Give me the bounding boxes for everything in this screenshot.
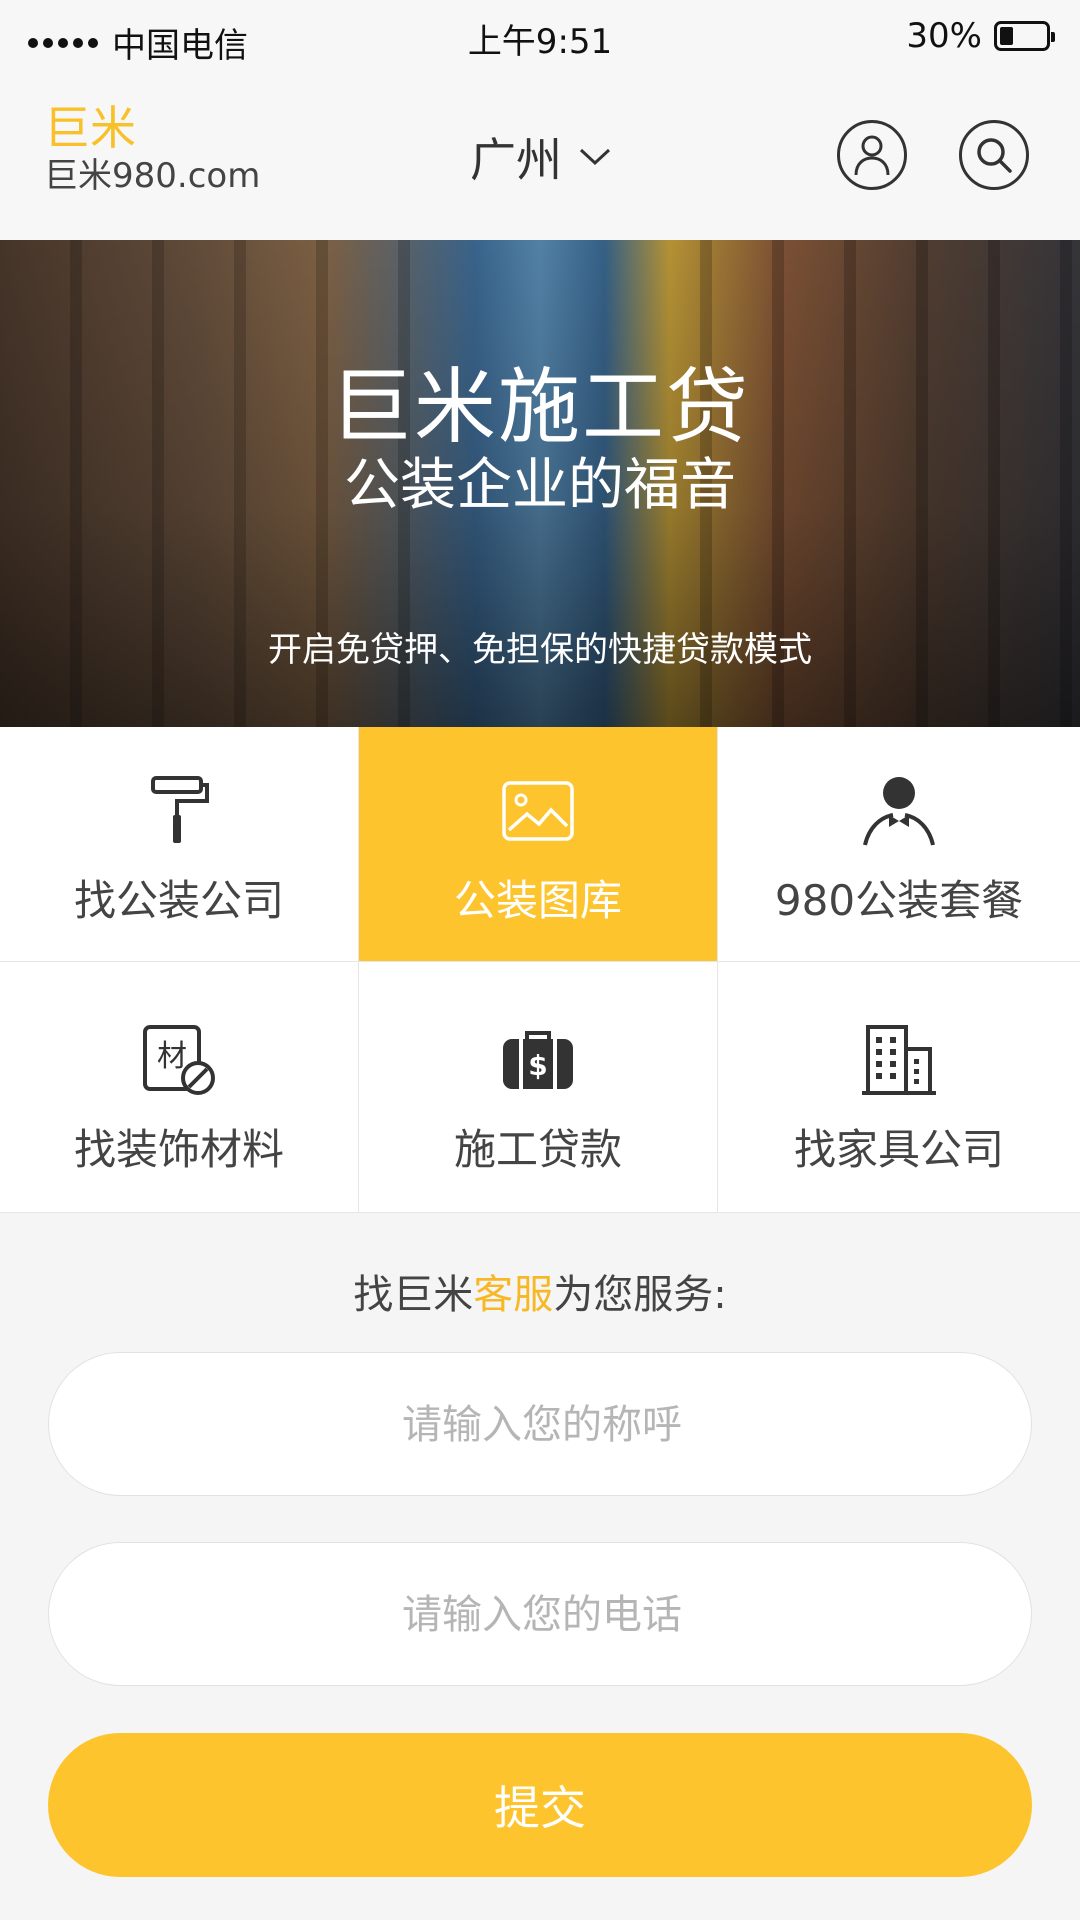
service-prompt: 找巨米客服为您服务:	[0, 1262, 1080, 1320]
battery-icon	[994, 21, 1055, 51]
service-prefix: 找巨米	[353, 1272, 474, 1318]
logo-title: 巨米	[44, 101, 136, 155]
name-field-wrapper	[48, 1352, 1035, 1497]
status-bar: 中国电信 上午9:51 30%	[0, 0, 1080, 72]
logo-subtitle: 巨米980.com	[44, 156, 261, 196]
city-label: 广州	[470, 133, 562, 187]
category-label: 980公装套餐	[774, 876, 1024, 925]
search-icon	[977, 138, 1012, 173]
app-header: 巨米 巨米980.com 广州	[0, 72, 1080, 240]
paint-roller-icon	[147, 773, 211, 849]
banner-tagline: 开启免贷押、免担保的快捷贷款模式	[268, 630, 812, 670]
service-suffix: 为您服务:	[553, 1272, 727, 1318]
category-find-company[interactable]: 找公装公司	[0, 727, 359, 962]
user-icon	[854, 135, 890, 176]
service-highlight: 客服	[473, 1272, 554, 1318]
svg-text:材: 材	[157, 1039, 187, 1074]
category-label: 施工贷款	[453, 1125, 622, 1174]
butler-icon	[861, 773, 937, 849]
submit-button[interactable]: 提交	[48, 1733, 1032, 1877]
picture-icon	[501, 773, 575, 849]
phone-field-wrapper	[48, 1542, 1035, 1687]
search-button[interactable]	[959, 120, 1029, 190]
category-label: 找家具公司	[793, 1125, 1004, 1174]
battery-percent: 30%	[906, 16, 982, 56]
category-loan[interactable]: $ 施工贷款	[359, 962, 718, 1213]
category-label: 公装图库	[453, 876, 622, 925]
logo[interactable]: 巨米 巨米980.com	[44, 102, 260, 198]
battery-indicator: 30%	[906, 16, 1055, 56]
material-icon: 材	[142, 1022, 216, 1098]
banner-subtitle: 公装企业的福音	[344, 453, 736, 518]
city-selector[interactable]: 广州	[470, 124, 612, 190]
promo-banner[interactable]: 巨米施工贷 公装企业的福音 开启免贷押、免担保的快捷贷款模式	[0, 240, 1080, 727]
category-label: 找装饰材料	[73, 1125, 284, 1174]
chevron-down-icon	[579, 148, 611, 166]
building-icon	[862, 1022, 936, 1098]
category-materials[interactable]: 材 找装饰材料	[0, 962, 359, 1213]
category-grid: 找公装公司 公装图库 980公装套餐 材 找装饰材料 $ 施工贷款 找家具公司	[0, 727, 1080, 1213]
user-button[interactable]	[837, 120, 907, 190]
category-gallery[interactable]: 公装图库	[359, 727, 718, 962]
name-input[interactable]	[49, 1353, 1035, 1497]
svg-text:$: $	[528, 1049, 547, 1082]
category-980-package[interactable]: 980公装套餐	[718, 727, 1080, 962]
phone-input[interactable]	[49, 1543, 1035, 1687]
category-furniture[interactable]: 找家具公司	[718, 962, 1080, 1213]
money-bag-icon: $	[501, 1022, 575, 1098]
category-label: 找公装公司	[73, 876, 284, 925]
